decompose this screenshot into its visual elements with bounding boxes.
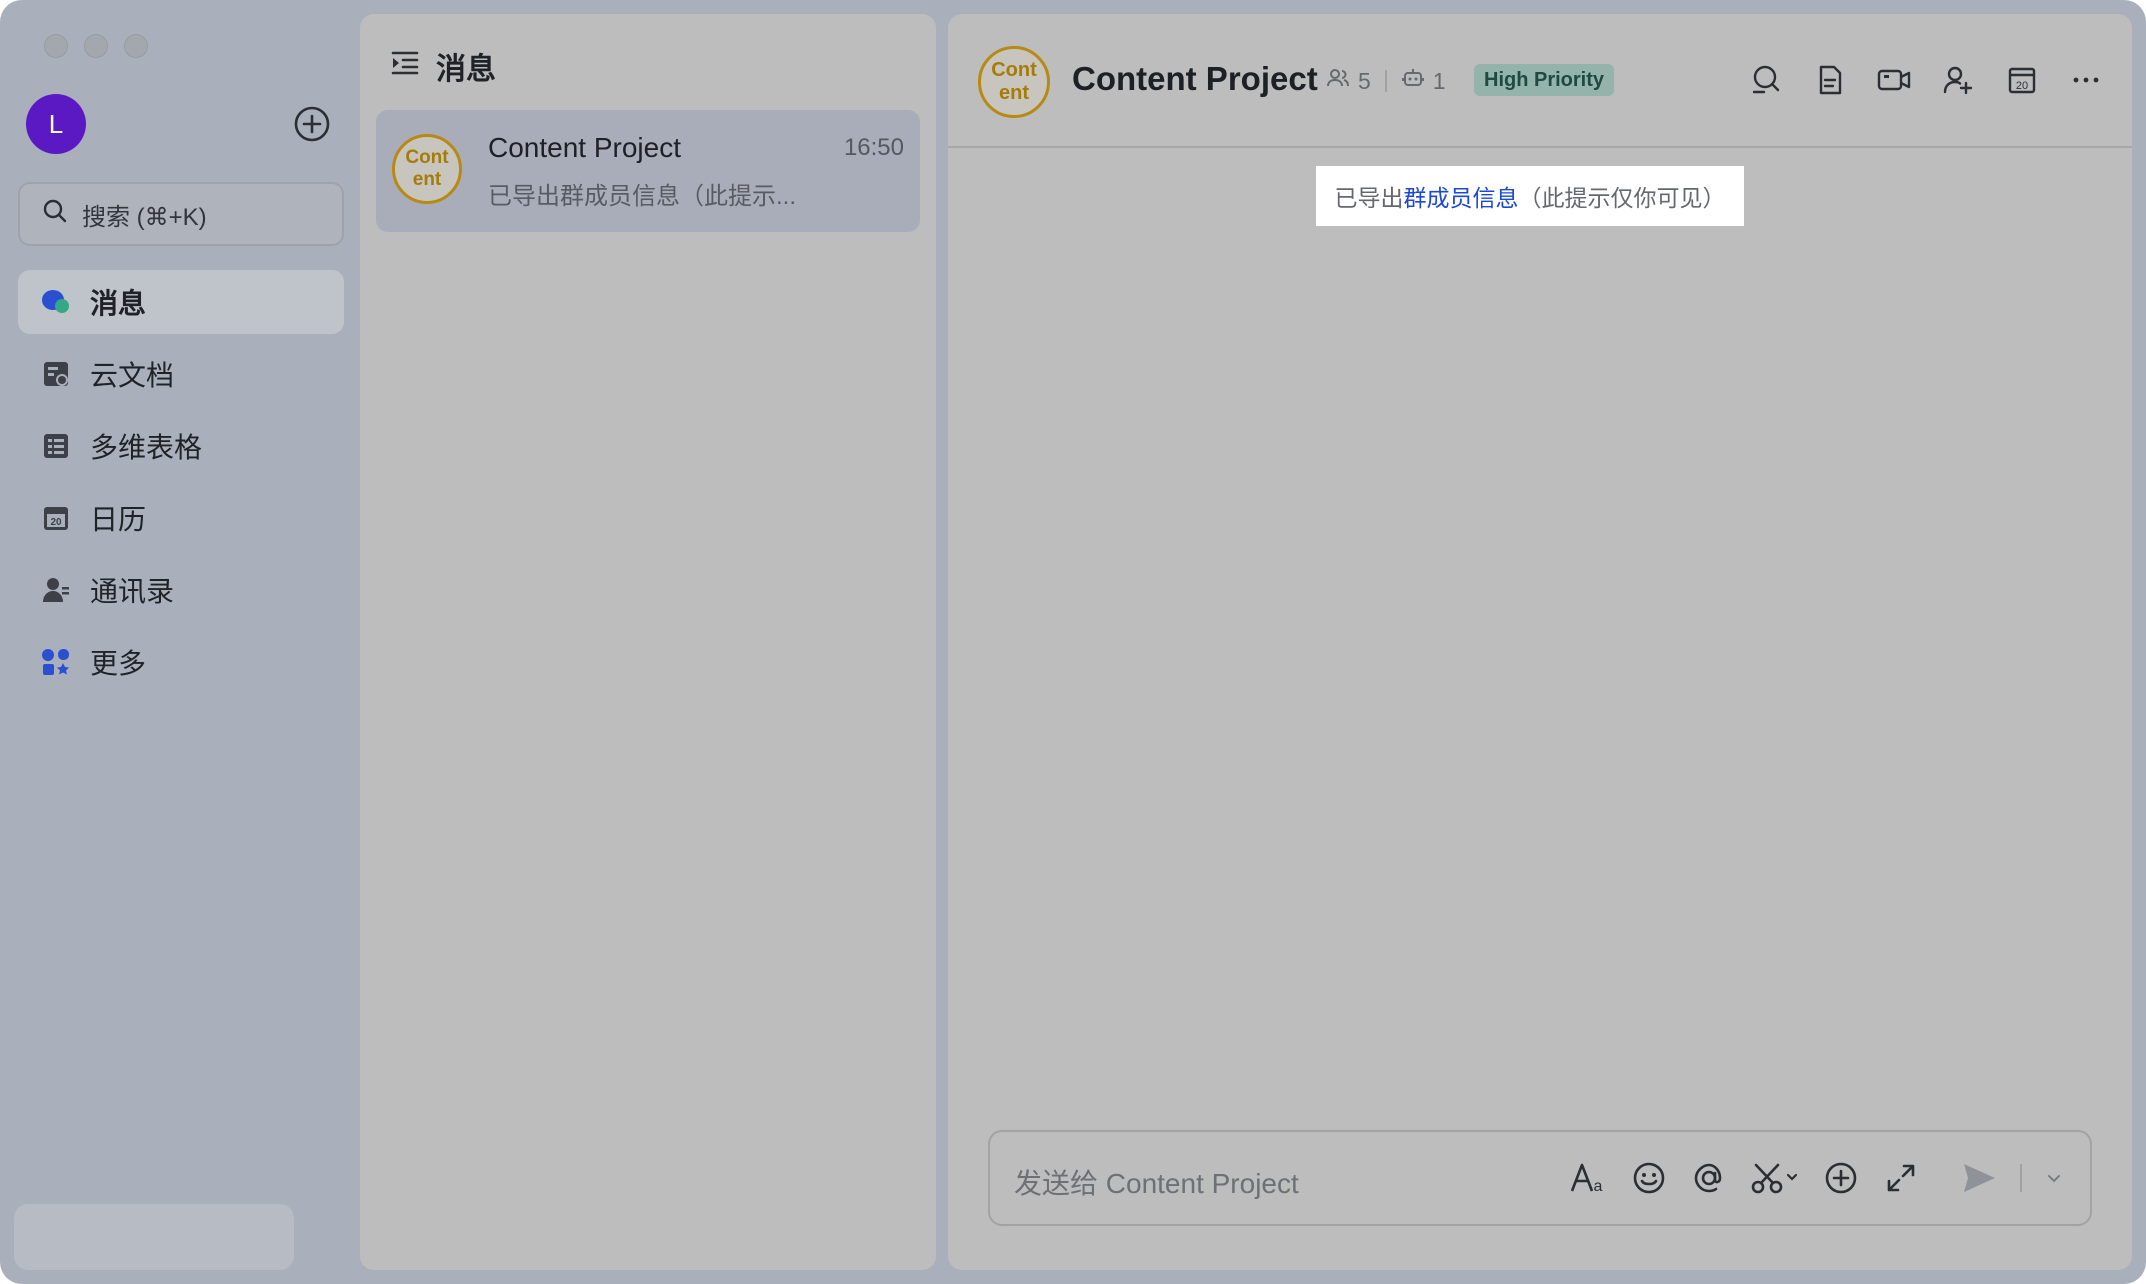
members-icon[interactable] (1326, 66, 1350, 96)
conversation-preview: 已导出群成员信息（此提示... (488, 183, 797, 210)
sidebar-footer (14, 1204, 294, 1270)
svg-text:20: 20 (2016, 80, 2028, 92)
contacts-icon (40, 574, 72, 606)
composer-toolbar: a (1570, 1158, 2064, 1198)
priority-badge: High Priority (1474, 64, 1615, 96)
conversation-time: 16:50 (843, 134, 904, 161)
expand-icon[interactable] (1882, 1158, 1920, 1198)
apps-grid-icon (40, 646, 72, 678)
chat-panel: Cont ent Content Project 5 1 High Priori… (948, 14, 2132, 1270)
app-window: L 搜索 (⌘+K) 消息 云文档 多维表格 20 日历 通讯录 更多 消息 C… (0, 0, 2146, 1284)
plus-icon[interactable] (1822, 1158, 1860, 1198)
message-composer[interactable]: 发送给 Content Project a (988, 1130, 2092, 1226)
document-icon[interactable] (1812, 62, 1848, 98)
window-zoom-button[interactable] (124, 34, 148, 58)
avatar-text: Cont (991, 59, 1037, 81)
sidebar-item-label: 消息 (90, 288, 147, 319)
sidebar-item-messages[interactable]: 消息 (18, 270, 344, 334)
send-icon[interactable] (1960, 1158, 1998, 1198)
sidebar-item-docs[interactable]: 云文档 (18, 342, 344, 406)
more-icon[interactable] (2068, 62, 2104, 98)
calendar-icon: 20 (40, 502, 72, 534)
notice-link[interactable]: 群成员信息 (1404, 179, 1519, 213)
add-icon[interactable] (292, 104, 332, 144)
sidebar-item-label: 多维表格 (90, 432, 203, 463)
notice-prefix: 已导出 (1334, 185, 1404, 211)
window-close-button[interactable] (44, 34, 68, 58)
conversation-item[interactable]: Cont ent Content Project 16:50 已导出群成员信息（… (376, 110, 920, 232)
window-minimize-button[interactable] (84, 34, 108, 58)
panel-title: 消息 (436, 53, 496, 86)
sidebar-item-base[interactable]: 多维表格 (18, 414, 344, 478)
user-avatar[interactable]: L (26, 94, 86, 154)
sidebar-item-label: 日历 (90, 504, 147, 535)
search-placeholder: 搜索 (⌘+K) (82, 203, 207, 231)
screenshot-icon[interactable] (1750, 1158, 1800, 1198)
calendar-icon[interactable]: 20 (2004, 62, 2040, 98)
svg-text:a: a (1594, 1178, 1603, 1195)
chat-header: Cont ent Content Project 5 1 High Priori… (948, 14, 2132, 148)
bot-icon[interactable] (1401, 66, 1425, 96)
conversation-title: Content Project (488, 132, 681, 163)
group-avatar: Cont ent (392, 134, 462, 204)
chat-title[interactable]: Content Project (1072, 60, 1318, 98)
chevron-down-icon[interactable] (2044, 1158, 2064, 1198)
sidebar-item-label: 通讯录 (90, 576, 175, 607)
conversation-list-header: 消息 (390, 44, 496, 88)
search-icon[interactable] (1748, 62, 1784, 98)
sidebar-item-contacts[interactable]: 通讯录 (18, 558, 344, 622)
svg-text:20: 20 (50, 517, 62, 528)
system-notice: 已导出 群成员信息 （此提示仅你可见） (1316, 166, 1744, 226)
sidebar-item-calendar[interactable]: 20 日历 (18, 486, 344, 550)
sidebar-nav: 消息 云文档 多维表格 20 日历 通讯录 更多 (18, 270, 344, 702)
sidebar-item-label: 更多 (90, 648, 147, 679)
sidebar-item-more[interactable]: 更多 (18, 630, 344, 694)
avatar-text: ent (999, 82, 1029, 104)
divider (2020, 1164, 2022, 1192)
search-input[interactable]: 搜索 (⌘+K) (18, 182, 344, 246)
notice-suffix: （此提示仅你可见） (1518, 185, 1726, 211)
divider (1384, 70, 1387, 92)
bots-count[interactable]: 1 (1433, 68, 1446, 95)
chat-bubbles-icon (40, 286, 72, 318)
group-avatar[interactable]: Cont ent (978, 46, 1050, 118)
emoji-icon[interactable] (1630, 1158, 1668, 1198)
members-count[interactable]: 5 (1358, 68, 1371, 95)
conversation-list-panel: 消息 Cont ent Content Project 16:50 已导出群成员… (360, 14, 936, 1270)
avatar-text: ent (412, 169, 442, 190)
add-member-icon[interactable] (1940, 62, 1976, 98)
search-icon (42, 198, 68, 231)
mention-icon[interactable] (1690, 1158, 1728, 1198)
composer-placeholder: 发送给 Content Project (1014, 1168, 1299, 1199)
table-icon (40, 430, 72, 462)
chat-toolbar: 20 (1748, 62, 2104, 98)
cloud-doc-icon (40, 358, 72, 390)
avatar-text: Cont (405, 147, 449, 168)
video-call-icon[interactable] (1876, 62, 1912, 98)
collapse-list-icon[interactable] (390, 47, 420, 85)
sidebar-item-label: 云文档 (90, 360, 175, 391)
text-format-icon[interactable]: a (1570, 1158, 1608, 1198)
chat-meta: 5 1 (1326, 66, 1446, 96)
